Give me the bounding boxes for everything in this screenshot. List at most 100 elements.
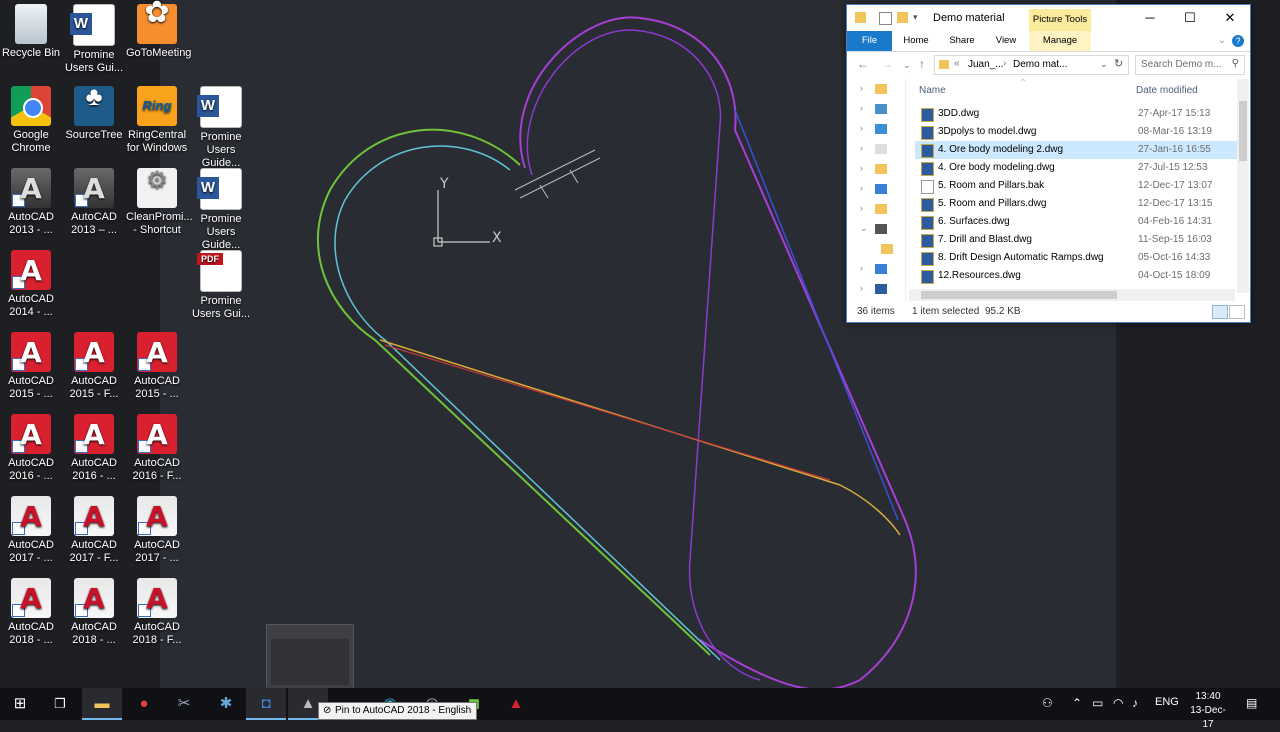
address-dropdown-icon[interactable]: ⌄ [1100, 59, 1108, 70]
file-explorer-window[interactable]: ▾ Demo material Picture Tools ─ ☐ ✕ File… [846, 4, 1251, 323]
large-icons-view-icon[interactable] [1229, 305, 1245, 319]
wifi-icon[interactable]: ◠ [1113, 696, 1123, 710]
nav-item[interactable]: › [847, 259, 905, 279]
vertical-scrollbar[interactable] [1237, 79, 1249, 293]
nav-item[interactable]: › [847, 279, 905, 299]
desktop-shortcut[interactable]: AutoCAD 2016 - F... [126, 414, 188, 483]
desktop-shortcut[interactable]: AutoCAD 2015 - ... [0, 332, 62, 401]
autocad-taskbar-icon[interactable]: ▲ [496, 688, 536, 720]
desktop-shortcut[interactable]: AutoCAD 2016 - ... [0, 414, 62, 483]
desktop-shortcut[interactable]: AutoCAD 2015 - F... [63, 332, 125, 401]
column-header-name[interactable]: Name [919, 85, 946, 96]
start-windows-icon[interactable]: ⊞ [0, 688, 40, 720]
nav-item[interactable]: › [847, 159, 905, 179]
help-icon[interactable]: ? [1232, 35, 1244, 47]
tab-share[interactable]: Share [943, 31, 981, 51]
up-arrow-icon[interactable]: ↑ [919, 57, 925, 71]
desktop-shortcut[interactable]: AutoCAD 2017 - F... [63, 496, 125, 565]
desktop-shortcut[interactable]: AutoCAD 2013 - ... [0, 168, 62, 237]
action-center-icon[interactable]: ▤ [1246, 696, 1257, 710]
nav-item[interactable]: › [847, 139, 905, 159]
desktop-shortcut[interactable]: AutoCAD 2016 - ... [63, 414, 125, 483]
file-explorer-taskbar-icon[interactable]: ▬ [82, 688, 122, 720]
desktop-shortcut[interactable]: AutoCAD 2015 - ... [126, 332, 188, 401]
show-hidden-icons-icon[interactable]: ⌃ [1072, 696, 1082, 710]
nav-item[interactable] [847, 239, 905, 259]
properties-icon[interactable] [879, 12, 892, 25]
nav-item[interactable]: › [847, 99, 905, 119]
quick-access-dropdown-icon[interactable]: ▾ [913, 12, 924, 23]
details-view-icon[interactable] [1212, 305, 1228, 319]
desktop-shortcut[interactable]: AutoCAD 2017 - ... [0, 496, 62, 565]
battery-icon[interactable]: ▭ [1092, 696, 1103, 710]
nav-item[interactable]: › [847, 179, 905, 199]
system-clock[interactable]: 13:40 13-Dec-17 [1185, 690, 1231, 732]
volume-icon[interactable]: ♪ [1132, 696, 1138, 710]
tab-view[interactable]: View [989, 31, 1023, 51]
snipping-tool-taskbar-icon[interactable]: ✂ [164, 688, 204, 720]
desktop-shortcut[interactable]: AutoCAD 2018 - F... [126, 578, 188, 647]
address-bar[interactable]: « Juan_... › Demo mat... ⌄ ↻ [934, 55, 1129, 75]
tab-file[interactable]: File [847, 31, 892, 51]
back-arrow-icon[interactable]: ← [857, 57, 869, 71]
nav-item[interactable]: › [847, 119, 905, 139]
file-list[interactable]: Name ^ Date modified 3DD.dwg 27-Apr-17 15… [911, 79, 1237, 293]
desktop-shortcut[interactable]: Promine Users Guide... [190, 86, 252, 170]
tab-manage[interactable]: Manage [1029, 31, 1091, 51]
new-folder-icon[interactable] [897, 12, 908, 23]
refresh-icon[interactable]: ↻ [1114, 57, 1123, 70]
chrome-taskbar-icon[interactable]: ● [124, 688, 164, 720]
desktop-shortcut[interactable]: Promine Users Gui... [63, 4, 125, 75]
taskbar-thumbnail-preview[interactable] [266, 624, 354, 690]
desktop-shortcut[interactable]: RingCentral for Windows [126, 86, 188, 155]
scroll-thumb[interactable] [1239, 101, 1247, 161]
forward-arrow-icon[interactable]: → [881, 57, 893, 71]
desktop-shortcut[interactable]: Promine Users Guide... [190, 168, 252, 252]
file-row[interactable]: 3DD.dwg 27-Apr-17 15:13 [915, 105, 1237, 123]
minimize-button[interactable]: ─ [1130, 5, 1170, 31]
language-indicator[interactable]: ENG [1155, 696, 1179, 708]
desktop-shortcut[interactable]: Google Chrome [0, 86, 62, 155]
file-row[interactable]: 7. Drill and Blast.dwg 11-Sep-15 16:03 [915, 231, 1237, 249]
desktop-shortcut[interactable]: AutoCAD 2014 - ... [0, 250, 62, 319]
search-icon[interactable]: ⚲ [1232, 58, 1239, 69]
search-input[interactable]: Search Demo m... ⚲ [1135, 55, 1245, 75]
scroll-thumb[interactable] [921, 291, 1117, 299]
desktop-shortcut[interactable]: AutoCAD 2017 - ... [126, 496, 188, 565]
desktop-shortcut[interactable]: AutoCAD 2018 - ... [63, 578, 125, 647]
file-row[interactable]: 5. Room and Pillars.dwg 12-Dec-17 13:15 [915, 195, 1237, 213]
file-row[interactable]: 4. Ore body modeling.dwg 27-Jul-15 12:53 [915, 159, 1237, 177]
file-row[interactable]: 4. Ore body modeling 2.dwg 27-Jan-16 16:5… [915, 141, 1237, 159]
desktop-shortcut[interactable]: AutoCAD 2018 - ... [0, 578, 62, 647]
desktop-shortcut[interactable]: Recycle Bin [0, 4, 62, 60]
nav-item[interactable]: ⌄ [847, 219, 905, 239]
maximize-button[interactable]: ☐ [1170, 5, 1210, 31]
task-view-icon[interactable]: ❐ [40, 688, 80, 720]
breadcrumb-item[interactable]: Juan_... [968, 59, 1004, 70]
sourcetree-taskbar-icon[interactable]: ✱ [206, 688, 246, 720]
outlook-taskbar-icon[interactable]: ◘ [246, 688, 286, 720]
column-header-date[interactable]: Date modified [1136, 85, 1198, 96]
file-row[interactable]: 5. Room and Pillars.bak 12-Dec-17 13:07 [915, 177, 1237, 195]
title-bar[interactable]: ▾ Demo material Picture Tools ─ ☐ ✕ [847, 5, 1250, 31]
desktop-shortcut[interactable]: GoToMeeting [126, 4, 191, 60]
file-row[interactable]: 3Dpolys to model.dwg 08-Mar-16 13:19 [915, 123, 1237, 141]
overflow-chevron-icon[interactable]: « [954, 58, 960, 69]
file-row[interactable]: 6. Surfaces.dwg 04-Feb-16 14:31 [915, 213, 1237, 231]
file-row[interactable]: 12.Resources.dwg 04-Oct-15 18:09 [915, 267, 1237, 285]
horizontal-scrollbar[interactable] [909, 289, 1235, 301]
expand-ribbon-icon[interactable]: ⌄ [1218, 35, 1226, 46]
close-button[interactable]: ✕ [1210, 5, 1250, 31]
tab-home[interactable]: Home [897, 31, 935, 51]
nav-item[interactable]: › [847, 79, 905, 99]
recent-locations-icon[interactable]: ⌄ [903, 60, 911, 71]
desktop-shortcut[interactable]: CleanPromi... - Shortcut [126, 168, 193, 237]
navigation-pane[interactable]: › › › › › › › ⌄ › › [847, 79, 906, 301]
file-row[interactable]: 8. Drift Design Automatic Ramps.dwg 05-Oc… [915, 249, 1237, 267]
people-icon[interactable]: ⚇ [1042, 696, 1053, 710]
desktop-shortcut[interactable]: Promine Users Gui... [190, 250, 252, 321]
desktop-shortcut[interactable]: AutoCAD 2013 – ... [63, 168, 125, 237]
nav-item[interactable]: › [847, 199, 905, 219]
breadcrumb-item-current[interactable]: Demo mat... [1013, 59, 1067, 70]
desktop-shortcut[interactable]: SourceTree [63, 86, 125, 142]
